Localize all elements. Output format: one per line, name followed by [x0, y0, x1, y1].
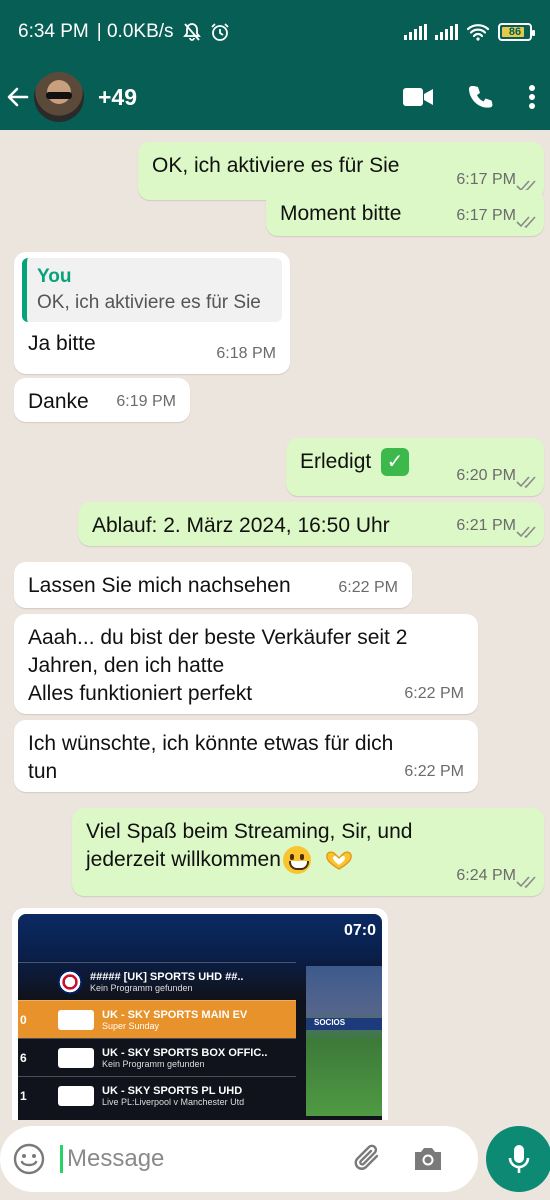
video-call-icon[interactable] [402, 86, 434, 108]
message-input[interactable] [60, 1145, 340, 1173]
signal-icon-1 [404, 24, 427, 40]
message-incoming[interactable]: Aaah... du bist der beste Verkäufer seit… [14, 614, 478, 714]
battery-level: 86 [508, 26, 522, 38]
alarm-icon [210, 23, 229, 41]
tv-clock: 07:0 [343, 922, 376, 939]
image-message[interactable]: 07:0 ##### [UK] SPORTS UHD ##.. Kein Prog… [12, 908, 388, 1120]
double-check-icon [516, 876, 536, 888]
menu-dots-icon[interactable] [528, 84, 536, 110]
message-text: Erledigt [300, 450, 372, 473]
message-line: jederzeit willkommen [86, 848, 281, 871]
channel-logo-icon [58, 1047, 94, 1068]
message-time: 6:17 PM [456, 207, 516, 224]
message-text: Ablauf: 2. März 2024, 16:50 Uhr [92, 514, 390, 537]
message-text: Moment bitte [280, 202, 402, 225]
message-outgoing[interactable]: Ablauf: 2. März 2024, 16:50 Uhr 6:21 PM [78, 502, 544, 546]
quote-author: You [37, 266, 72, 287]
heart-hands-emoji-icon [325, 851, 352, 871]
message-time: 6:21 PM [456, 517, 516, 534]
quote-text: OK, ich aktiviere es für Sie [37, 292, 261, 313]
message-outgoing[interactable]: Moment bitte 6:17 PM [266, 190, 544, 236]
message-time: 6:19 PM [116, 393, 176, 410]
message-incoming-reply[interactable]: You OK, ich aktiviere es für Sie Ja bitt… [14, 252, 290, 374]
mute-bell-icon [182, 23, 201, 41]
uk-flag-icon [58, 969, 82, 994]
microphone-icon [508, 1145, 530, 1173]
battery-icon: 86 [498, 23, 535, 41]
message-line: Alles funktioniert perfekt [28, 682, 253, 705]
message-time: 6:18 PM [216, 345, 276, 362]
message-composer [0, 1126, 478, 1192]
grinning-face-emoji-icon [282, 846, 311, 875]
camera-icon[interactable] [412, 1145, 444, 1173]
message-incoming[interactable]: Danke 6:19 PM [14, 378, 190, 422]
message-line: Viel Spaß beim Streaming, Sir, und [86, 820, 413, 843]
message-text: Danke [28, 390, 89, 413]
message-line: Jahren, den ich hatte [28, 654, 225, 677]
message-outgoing[interactable]: Viel Spaß beim Streaming, Sir, und jeder… [72, 808, 544, 896]
channel-logo-icon [58, 1085, 94, 1106]
message-time: 6:20 PM [456, 467, 516, 484]
tv-preview-image: SOCIOS [306, 966, 382, 1116]
arrow-left-icon [7, 87, 29, 107]
double-check-icon [516, 476, 536, 488]
message-time: 6:22 PM [404, 685, 464, 702]
chat-area[interactable]: OK, ich aktiviere es für Sie 6:17 PM Mom… [0, 130, 550, 1120]
tv-screenshot-image[interactable]: 07:0 ##### [UK] SPORTS UHD ##.. Kein Prog… [18, 914, 382, 1120]
tv-channel-row: ##### [UK] SPORTS UHD ##.. Kein Programm … [18, 962, 296, 1000]
message-time: 6:22 PM [404, 763, 464, 780]
paperclip-icon[interactable] [352, 1142, 386, 1176]
double-check-icon [516, 216, 536, 228]
channel-logo-icon [58, 1009, 94, 1030]
message-line: tun [28, 760, 58, 783]
status-time: 6:34 PM [18, 21, 89, 42]
message-outgoing[interactable]: Erledigt ✓ 6:20 PM [286, 438, 544, 496]
message-text: OK, ich aktiviere es für Sie [152, 154, 400, 177]
avatar[interactable] [34, 72, 84, 122]
message-time: 6:24 PM [456, 867, 516, 884]
signal-icon-2 [435, 24, 458, 40]
message-input-bar [0, 1120, 550, 1200]
message-text: Lassen Sie mich nachsehen [28, 574, 291, 597]
wifi-icon [466, 24, 490, 41]
tv-channel-row: 6 UK - SKY SPORTS BOX OFFIC.. Kein Progra… [18, 1038, 296, 1076]
check-mark-emoji-icon: ✓ [381, 448, 410, 477]
voice-call-icon[interactable] [468, 84, 494, 110]
status-bar: 6:34 PM | 0.0KB/s 86 [0, 0, 550, 64]
double-check-icon [516, 526, 536, 538]
emoji-icon[interactable] [12, 1142, 46, 1176]
quoted-message[interactable]: You OK, ich aktiviere es für Sie [22, 258, 282, 322]
tv-channel-row-selected: 0 UK - SKY SPORTS MAIN EV Super Sunday [18, 1000, 296, 1038]
voice-record-button[interactable] [486, 1126, 550, 1192]
chat-header: +49 [0, 64, 550, 130]
back-button[interactable] [2, 81, 34, 113]
message-line: Ich wünschte, ich könnte etwas für dich [28, 732, 394, 755]
tv-channel-row: 1 UK - SKY SPORTS PL UHD Live PL:Liverpoo… [18, 1076, 296, 1114]
message-time: 6:22 PM [338, 579, 398, 596]
message-line: Aaah... du bist der beste Verkäufer seit… [28, 626, 408, 649]
status-network-speed: | 0.0KB/s [96, 21, 174, 42]
tv-channel-list: ##### [UK] SPORTS UHD ##.. Kein Programm … [18, 962, 296, 1114]
message-incoming[interactable]: Lassen Sie mich nachsehen 6:22 PM [14, 562, 412, 608]
contact-name[interactable]: +49 [98, 84, 137, 111]
message-incoming[interactable]: Ich wünschte, ich könnte etwas für dich … [14, 720, 478, 792]
